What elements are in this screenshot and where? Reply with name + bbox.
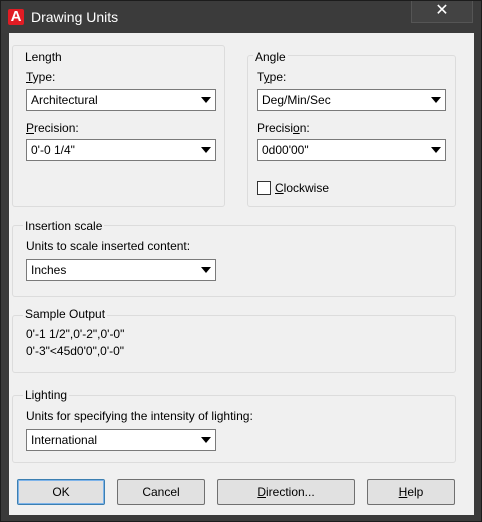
drawing-units-dialog: A Drawing Units ✕ Length Type: Architect… [0, 0, 482, 522]
sample-output-line-2: 0'-3"<45d0'0",0'-0" [26, 344, 125, 358]
ok-button[interactable]: OK [17, 479, 105, 505]
lighting-group-label: Lighting [23, 388, 70, 402]
lighting-units-value: International [31, 433, 98, 447]
title-bar[interactable]: A Drawing Units ✕ [1, 1, 481, 33]
chevron-down-icon [201, 97, 211, 103]
angle-precision-dropdown[interactable]: 0d00'00" [257, 139, 446, 161]
close-button[interactable]: ✕ [411, 1, 473, 23]
close-icon: ✕ [435, 2, 449, 19]
angle-type-dropdown[interactable]: Deg/Min/Sec [257, 89, 446, 111]
lighting-units-label: Units for specifying the intensity of li… [26, 409, 253, 423]
sample-output-group-label: Sample Output [23, 307, 108, 321]
angle-group-label: Angle [253, 50, 288, 64]
dialog-title: Drawing Units [31, 9, 119, 25]
chevron-down-icon [201, 267, 211, 273]
cancel-button[interactable]: Cancel [117, 479, 205, 505]
chevron-down-icon [431, 97, 441, 103]
clockwise-checkbox[interactable] [257, 181, 271, 195]
length-type-value: Architectural [31, 93, 98, 107]
lighting-units-dropdown[interactable]: International [26, 429, 216, 451]
chevron-down-icon [201, 437, 211, 443]
length-precision-label: Precision: [26, 121, 79, 135]
direction-button[interactable]: Direction... [217, 479, 355, 505]
insertion-units-value: Inches [31, 263, 67, 277]
clockwise-label[interactable]: Clockwise [275, 181, 329, 195]
dialog-client-area: Length Type: Architectural Precision: 0'… [9, 33, 474, 515]
sample-output-line-1: 0'-1 1/2",0'-2",0'-0" [26, 327, 125, 341]
angle-type-value: Deg/Min/Sec [262, 93, 331, 107]
length-type-label: Type: [26, 70, 56, 84]
length-precision-value: 0'-0 1/4" [31, 143, 75, 157]
length-group-label: Length [23, 50, 64, 64]
help-button[interactable]: Help [367, 479, 455, 505]
angle-precision-value: 0d00'00" [262, 143, 309, 157]
insertion-units-dropdown[interactable]: Inches [26, 259, 216, 281]
angle-type-label: Type: [257, 70, 287, 84]
length-precision-dropdown[interactable]: 0'-0 1/4" [26, 139, 216, 161]
insertion-scale-group-label: Insertion scale [23, 219, 105, 233]
chevron-down-icon [201, 147, 211, 153]
insertion-units-label: Units to scale inserted content: [26, 239, 191, 253]
chevron-down-icon [431, 147, 441, 153]
angle-precision-label: Precision: [257, 121, 310, 135]
autocad-app-icon: A [8, 9, 24, 25]
length-type-dropdown[interactable]: Architectural [26, 89, 216, 111]
